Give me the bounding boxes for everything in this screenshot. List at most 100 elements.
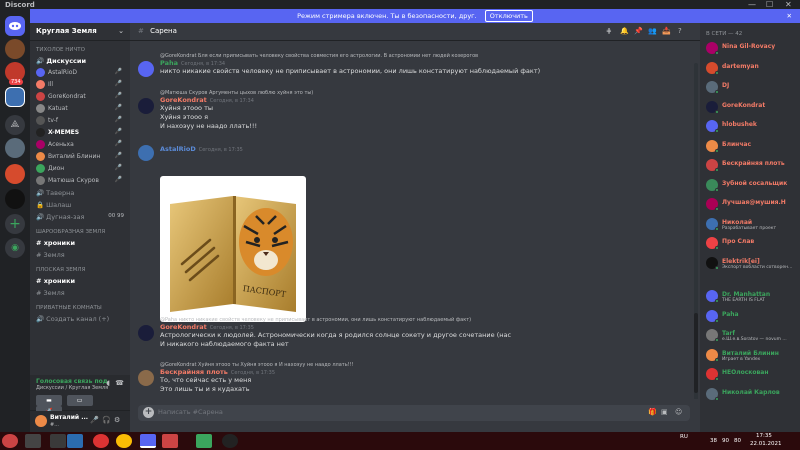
server-header[interactable]: Круглая Земля ⌄	[30, 23, 130, 41]
member-item[interactable]: Tarf е.Ш.е.в.Soratov — novum ...	[706, 328, 798, 346]
voice-user[interactable]: Асеньха 🎤	[30, 139, 130, 151]
server-icon-6[interactable]	[5, 164, 25, 184]
yandex-browser-icon[interactable]	[93, 434, 109, 448]
member-item[interactable]: Elektrik[ei] Экспорт вобласти сотворен...	[706, 256, 798, 274]
category-header[interactable]: приватные комнаты	[30, 299, 130, 313]
gear-icon[interactable]: ⚙	[114, 416, 120, 424]
avatar[interactable]	[138, 61, 154, 77]
category-header[interactable]: плоская земля	[30, 261, 130, 275]
help-icon[interactable]: ?	[678, 27, 682, 35]
server-icon-active[interactable]	[5, 87, 25, 107]
inbox-icon[interactable]: 📥	[662, 27, 671, 35]
obs-icon[interactable]	[222, 434, 238, 448]
screen-share-button[interactable]: ▭	[66, 395, 93, 406]
minimize-button[interactable]: —	[748, 0, 756, 9]
server-icon-2[interactable]: 734	[5, 62, 25, 85]
noise-icon[interactable]: ◖	[106, 379, 110, 387]
voice-user[interactable]: Katuat 🎤	[30, 103, 130, 115]
gif-icon[interactable]: ▣	[661, 408, 668, 416]
upload-plus-icon[interactable]: +	[143, 407, 154, 418]
gift-icon[interactable]: 🎁	[648, 408, 657, 416]
server-icon-1[interactable]	[5, 39, 25, 59]
member-item[interactable]: GoreKondrat	[706, 100, 798, 118]
text-channel-chronicles-2[interactable]: # хроники	[30, 275, 130, 287]
member-item[interactable]: hlobushek	[706, 119, 798, 137]
threads-icon[interactable]: ⋕	[606, 27, 612, 35]
member-item[interactable]: Nina Gil-Rovacy	[706, 41, 798, 59]
voice-user[interactable]: tv-f 🎤	[30, 115, 130, 127]
voice-user[interactable]: Матюша Скуров 🎤	[30, 175, 130, 187]
scrollbar[interactable]	[694, 63, 698, 399]
voice-channel-taverna[interactable]: 🔊 Таверна	[30, 187, 130, 199]
discord-taskbar-icon[interactable]	[140, 434, 156, 448]
avatar[interactable]	[35, 415, 47, 427]
author-name[interactable]: GoreKondrat	[160, 96, 207, 104]
mic-icon[interactable]: 🎤	[90, 416, 99, 424]
member-item[interactable]: Dr. Manhattan THE EARTH IS FLAT	[706, 289, 798, 307]
member-item[interactable]: dartemyan	[706, 61, 798, 79]
voice-user[interactable]: Дион 🎤	[30, 163, 130, 175]
add-server-icon[interactable]: +	[5, 214, 25, 234]
taskbar-app-4[interactable]	[162, 434, 178, 448]
member-item[interactable]: Зубной сосальщик	[706, 178, 798, 196]
tray-value-3[interactable]: 80	[734, 438, 741, 444]
author-name[interactable]: GoreKondrat	[160, 323, 207, 331]
member-item[interactable]: Виталий Блинин Играет в Yandex	[706, 348, 798, 366]
avatar[interactable]	[138, 145, 154, 161]
tray-value-1[interactable]: 38	[710, 438, 717, 444]
server-icon-4[interactable]: ⟁	[5, 115, 25, 135]
taskbar-app-2[interactable]	[50, 434, 66, 448]
start-button[interactable]	[2, 434, 18, 448]
voice-user[interactable]: Ill 🎤	[30, 79, 130, 91]
member-item[interactable]: Николай Разрабатывает проект	[706, 217, 798, 235]
voice-user[interactable]: Виталий Блинин 🎤	[30, 151, 130, 163]
maximize-button[interactable]: ☐	[766, 0, 773, 9]
text-channel-earth-2[interactable]: # Земля	[30, 287, 130, 299]
tray-value-2[interactable]: 90	[722, 438, 729, 444]
avatar[interactable]	[138, 325, 154, 341]
voice-user[interactable]: GoreKondrat 🎤	[30, 91, 130, 103]
avatar[interactable]	[138, 370, 154, 386]
image-attachment-passport[interactable]: ПАСПОРТ	[160, 176, 306, 322]
voice-channel-duryn[interactable]: 🔊 Дугная-зая 00 99	[30, 211, 130, 223]
emoji-icon[interactable]: ☺	[675, 408, 682, 416]
disable-streamer-mode-button[interactable]: Отключить	[484, 10, 533, 22]
voice-channel-discussions[interactable]: 🔊 Дискуссии	[30, 55, 130, 67]
member-item[interactable]: DJ	[706, 80, 798, 98]
clock-date[interactable]: 22.01.2021	[750, 441, 782, 447]
voice-channel-shalash[interactable]: 🔒 Шалаш	[30, 199, 130, 211]
text-channel-chronicles-1[interactable]: # хроники	[30, 237, 130, 249]
voice-user[interactable]: X-MEMES 🎤	[30, 127, 130, 139]
author-name[interactable]: Бескрайняя плоть	[160, 368, 228, 376]
close-window-button[interactable]: ✕	[785, 0, 792, 9]
voice-user[interactable]: AstalRioD 🎤	[30, 67, 130, 79]
member-item[interactable]: Про Слав	[706, 236, 798, 254]
headphones-icon[interactable]: 🎧	[102, 416, 111, 424]
member-item[interactable]: НЕОлоскован	[706, 367, 798, 385]
create-channel[interactable]: 🔊 Создать канал (+)	[30, 313, 130, 325]
video-button[interactable]: ▬	[36, 395, 62, 406]
disconnect-icon[interactable]: ☎	[115, 379, 124, 387]
author-name[interactable]: AstalRioD	[160, 145, 196, 153]
member-item[interactable]: Николай Карлов	[706, 387, 798, 405]
chrome-icon[interactable]	[116, 434, 132, 448]
author-name[interactable]: Paha	[160, 59, 178, 67]
bell-icon[interactable]: 🔔	[620, 27, 629, 35]
pin-icon[interactable]: 📌	[634, 27, 643, 35]
taskbar-app-1[interactable]	[25, 434, 41, 448]
category-header[interactable]: тихолое ничто	[30, 41, 130, 55]
member-item[interactable]: Paha	[706, 309, 798, 327]
member-item[interactable]: Бескрайняя плоть	[706, 158, 798, 176]
members-icon[interactable]: 👥	[648, 27, 657, 35]
text-channel-earth-1[interactable]: # Земля	[30, 249, 130, 261]
taskbar-app-3[interactable]	[67, 434, 83, 448]
message-input[interactable]: + Написать #Сарена 🎁 ▣ ☺	[138, 405, 690, 421]
member-item[interactable]: Лучшая@мушия.Н	[706, 197, 798, 215]
utorrent-icon[interactable]	[196, 434, 212, 448]
server-icon-7[interactable]	[5, 189, 25, 209]
close-banner-icon[interactable]: ✕	[787, 9, 792, 23]
clock-time[interactable]: 17:35	[756, 433, 772, 439]
language-indicator[interactable]: RU	[680, 434, 688, 440]
home-button[interactable]	[5, 16, 25, 36]
explore-servers-icon[interactable]: ◉	[5, 238, 25, 258]
